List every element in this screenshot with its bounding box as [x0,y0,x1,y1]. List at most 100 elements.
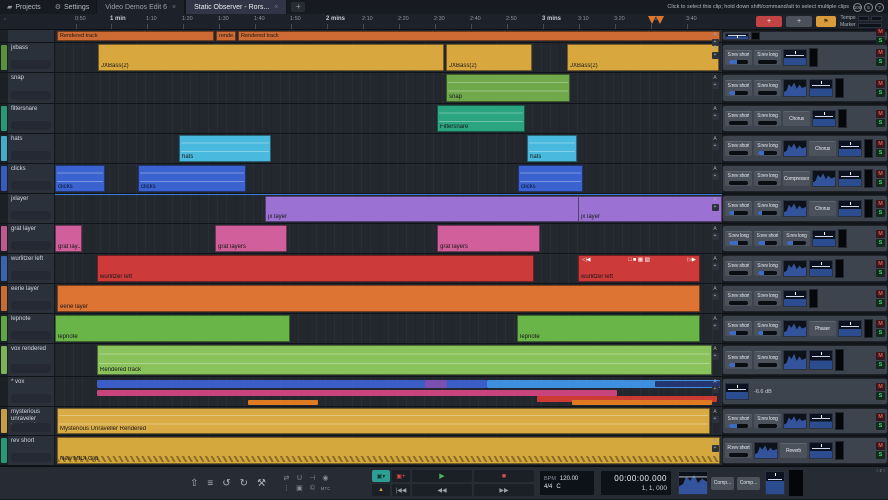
send-plugin[interactable]: S:rev long [754,414,781,428]
track-lane[interactable]: Mysterious Unraveller Rendered A + [55,407,722,435]
level-plugin[interactable] [809,260,833,277]
plugin-rack[interactable]: S:rev short S:rev long Compressor M S [722,165,888,192]
redo-icon[interactable]: ↻ [240,478,248,489]
clip[interactable] [248,400,318,405]
automation-add-icon[interactable]: + [711,173,719,180]
clip[interactable]: JXBass(2) [446,44,532,71]
send-level-slider[interactable] [729,90,748,95]
ruler-tick[interactable]: 2:50 [506,16,517,29]
automation-add-icon[interactable]: + [711,233,719,240]
automation-add-icon[interactable]: + [711,113,719,120]
clip[interactable]: lepnote [55,315,290,342]
clip[interactable]: lepnote [517,315,700,342]
automation-column[interactable]: A + [710,409,720,423]
ruler-tick[interactable]: 2 mins [326,16,345,29]
send-plugin[interactable]: S:rev long [754,80,781,96]
send-level-slider[interactable] [758,151,777,155]
solo-button[interactable]: S [876,329,885,337]
automation-column[interactable]: A + [710,75,720,89]
track-header[interactable]: clicks [8,164,55,193]
bpm-display[interactable]: BPM 120.00 4/4 C [538,470,595,496]
level-plugin[interactable] [812,110,836,127]
ruler-tick[interactable]: 1:20 [182,16,193,29]
send-level-slider[interactable] [729,121,748,125]
mute-button[interactable]: M [876,27,885,36]
status-badge[interactable]: 5 [864,2,873,12]
send-plugin[interactable]: S:rev long [754,291,781,306]
punch-icon[interactable]: U [293,475,306,482]
record-arm-button[interactable]: ▣▾ [371,470,390,482]
send-plugin[interactable]: S:rev short [725,291,752,306]
send-level-slider[interactable] [729,453,748,457]
ruler-tick[interactable]: 2:40 [470,16,481,29]
automation-column[interactable]: A + [710,197,720,211]
plugin-button[interactable]: Chorus [809,201,836,216]
send-plugin[interactable]: S:rev short [725,111,752,126]
loop-icon[interactable]: ⇄ [280,474,293,482]
send-level-slider[interactable] [729,241,748,245]
clip[interactable]: rende... [216,31,236,41]
send-level-slider[interactable] [758,271,777,275]
automation-column[interactable]: A + [710,379,720,393]
rewind-button[interactable]: ◀◀ [411,484,472,496]
status-badge[interactable]: 100 [853,2,862,12]
send-level-slider[interactable] [729,271,748,275]
clip-controls[interactable]: ◁◀ □ ■ ▦ ▧ ▷▶ [579,257,699,263]
track-lane[interactable]: snap A + [55,73,722,103]
automation-add-icon[interactable]: + [711,386,719,393]
track-header[interactable]: filtersnare [8,104,55,133]
mute-button[interactable]: M [876,170,885,178]
level-plugin[interactable] [783,290,807,307]
track-lane[interactable]: New MIDI Clip A + [55,436,722,465]
mute-button[interactable]: M [876,140,885,148]
clip[interactable]: jx layer [265,196,583,222]
waveform-plugin-display[interactable] [754,442,778,459]
level-plugin[interactable] [838,200,862,217]
plugin-rack[interactable]: S:rev short S:rev long M S [722,285,888,312]
ruler-tick[interactable]: 0:50 [75,16,86,29]
track-lane[interactable]: jx layer jx layer A + [55,194,722,223]
track-header[interactable]: * vox [8,377,55,406]
automation-add-icon[interactable]: + [711,52,719,59]
ruler[interactable]: 0:50 1 min 1:10 1:20 1:30 1:40 1:50 2 mins 2:10 2… [55,14,722,29]
send-level-slider[interactable] [758,121,777,125]
waveform-plugin-display[interactable] [812,170,836,187]
track-header[interactable]: lepnote [8,314,55,343]
send-level-slider[interactable] [729,331,748,335]
solo-button[interactable]: S [876,209,885,217]
track-header[interactable]: jxbass [8,43,55,72]
send-plugin[interactable]: S:rev long [754,171,781,186]
tab-static-observer[interactable]: Static Observer - Rors... × [185,0,288,14]
send-level-slider[interactable] [729,211,748,215]
solo-button[interactable]: S [876,239,885,247]
level-plugin[interactable] [809,79,833,97]
plugin-rack[interactable]: S:rev long S:rev short S:rev long M S [722,225,888,252]
mute-button[interactable]: M [876,442,885,450]
ruler-tick[interactable]: 1:10 [146,16,157,29]
clip[interactable]: hats [179,135,271,162]
master-waveform-display[interactable] [677,471,708,495]
track-header[interactable]: vox rendered [8,344,55,376]
send-plugin[interactable]: S:rev short [725,141,752,156]
track-header[interactable] [8,30,55,42]
mute-button[interactable]: M [876,200,885,208]
send-plugin[interactable]: S:rev long [754,201,781,216]
send-level-slider[interactable] [758,423,777,428]
track-lane[interactable]: A + [55,377,722,406]
plugin-rack[interactable]: S:rev short S:rev long M S [722,255,888,282]
level-plugin[interactable] [838,140,862,157]
track-lane[interactable]: wurlitzer left wurlitzer left ◁◀ □ ■ ▦ ▧ ▷▶ A… [55,254,722,283]
ruler-tick[interactable]: 1:50 [290,16,301,29]
track-lane[interactable]: clicks clicks clicks A + [55,164,722,193]
play-button[interactable]: ▶ [411,470,472,482]
fast-forward-button[interactable]: ▶▶ [473,484,534,496]
send-level-slider[interactable] [758,331,777,335]
clip[interactable]: Filtersnare [437,105,525,132]
send-plugin[interactable]: S:rev long [754,141,781,156]
track-lane[interactable]: Rendered track A + [55,344,722,376]
track-header[interactable]: rev short [8,436,55,465]
send-level-slider[interactable] [729,423,748,428]
solo-button[interactable]: S [876,269,885,277]
tab-video-demos[interactable]: Video Demos Edit 6 × [96,0,186,14]
send-level-slider[interactable] [729,151,748,155]
